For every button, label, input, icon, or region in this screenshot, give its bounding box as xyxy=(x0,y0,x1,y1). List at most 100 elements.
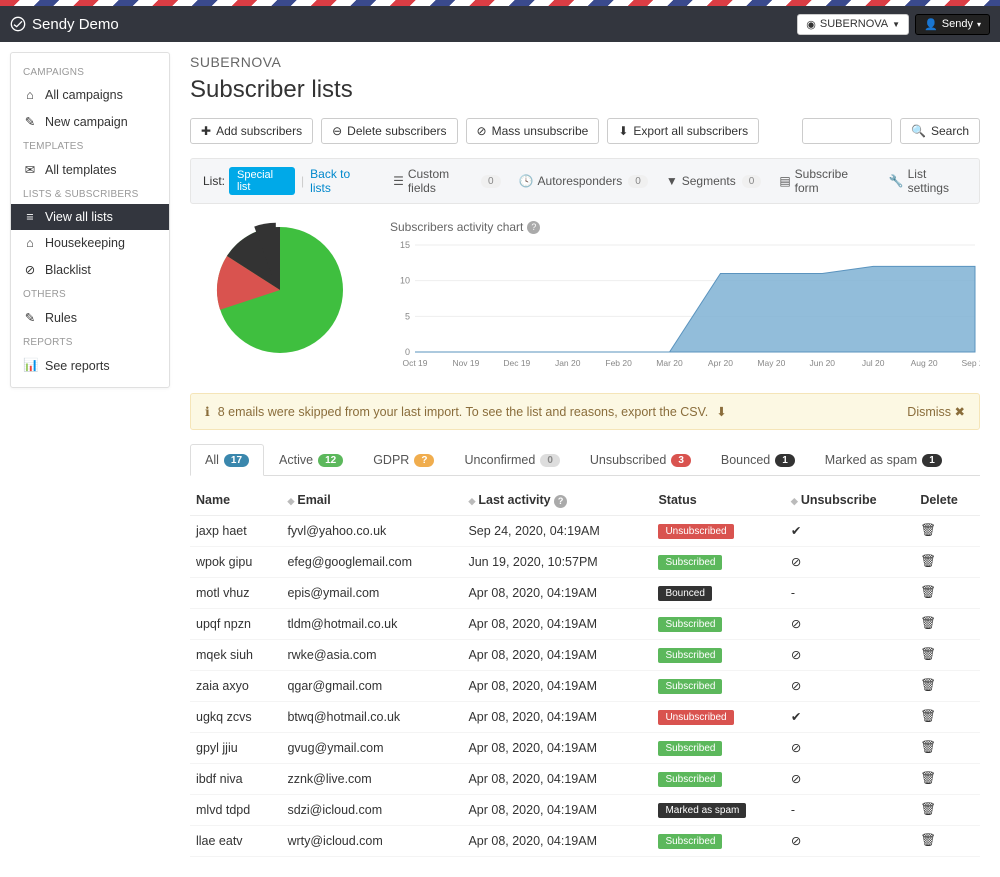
table-row[interactable]: llae eatvwrty@icloud.comApr 08, 2020, 04… xyxy=(190,825,980,856)
cell-unsubscribe[interactable]: ⊘ xyxy=(785,732,914,763)
tab-count-badge: 1 xyxy=(922,454,942,467)
sidebar-heading: TEMPLATES xyxy=(11,135,169,156)
tab-marked-as-spam[interactable]: Marked as spam1 xyxy=(810,444,957,475)
add-subscribers-button[interactable]: ✚Add subscribers xyxy=(190,118,313,144)
list-name-badge[interactable]: Special list xyxy=(229,167,295,195)
segments-link[interactable]: ▼ Segments 0 xyxy=(666,174,761,188)
user-dropdown[interactable]: 👤 Sendy ▾ xyxy=(915,14,990,35)
cell-delete[interactable]: 🗑 xyxy=(914,608,980,639)
cell-last-activity: Sep 24, 2020, 04:19AM xyxy=(462,515,652,546)
tab-bounced[interactable]: Bounced1 xyxy=(706,444,810,475)
cell-last-activity: Apr 08, 2020, 04:19AM xyxy=(462,794,652,825)
table-row[interactable]: mqek siuhrwke@asia.comApr 08, 2020, 04:1… xyxy=(190,639,980,670)
tab-count-badge: ? xyxy=(414,454,434,467)
cell-unsubscribe[interactable]: ⊘ xyxy=(785,670,914,701)
sidebar-item-see-reports[interactable]: 📊See reports xyxy=(11,352,169,379)
activity-chart-svg: 051015Oct 19Nov 19Dec 19Jan 20Feb 20Mar … xyxy=(390,240,980,370)
cell-email: zznk@live.com xyxy=(281,763,462,794)
sidebar-item-housekeeping[interactable]: ⌂Housekeeping xyxy=(11,230,169,256)
col-delete-label: Delete xyxy=(920,493,958,507)
cell-unsubscribe[interactable]: ⊘ xyxy=(785,825,914,856)
back-to-lists-link[interactable]: Back to lists xyxy=(310,167,371,195)
cell-delete[interactable]: 🗑 xyxy=(914,515,980,546)
cell-unsubscribe[interactable]: ✔ xyxy=(785,515,914,546)
workspace-name: SUBERNOVA xyxy=(820,18,888,30)
cell-delete[interactable]: 🗑 xyxy=(914,670,980,701)
cell-delete[interactable]: 🗑 xyxy=(914,732,980,763)
separator: | xyxy=(301,174,304,188)
sidebar-item-view-all-lists[interactable]: ≡View all lists xyxy=(11,204,169,230)
pie-chart-svg xyxy=(210,220,350,360)
cell-unsubscribe[interactable]: ⊘ xyxy=(785,639,914,670)
sidebar-item-all-templates[interactable]: ✉All templates xyxy=(11,156,169,183)
download-icon: ⬇ xyxy=(618,124,628,138)
delete-subscribers-button[interactable]: ⊖Delete subscribers xyxy=(321,118,457,144)
mass-unsubscribe-button[interactable]: ⊘Mass unsubscribe xyxy=(466,118,600,144)
search-icon: 🔍 xyxy=(911,124,926,138)
tab-unsubscribed[interactable]: Unsubscribed3 xyxy=(575,444,706,475)
sidebar-item-icon: 📊 xyxy=(23,358,37,373)
cell-delete[interactable]: 🗑 xyxy=(914,825,980,856)
sidebar-item-all-campaigns[interactable]: ⌂All campaigns xyxy=(11,82,169,108)
cell-unsubscribe[interactable]: - xyxy=(785,794,914,825)
cell-name: ibdf niva xyxy=(190,763,281,794)
autoresponders-link[interactable]: 🕓 Autoresponders 0 xyxy=(519,174,648,188)
cell-delete[interactable]: 🗑 xyxy=(914,577,980,608)
sidebar-item-rules[interactable]: ✎Rules xyxy=(11,304,169,331)
col-last-activity[interactable]: ◆Last activity ? xyxy=(462,486,652,515)
col-email[interactable]: ◆Email xyxy=(281,486,462,515)
sidebar-item-icon: ⊘ xyxy=(23,262,37,277)
table-row[interactable]: ibdf nivazznk@live.comApr 08, 2020, 04:1… xyxy=(190,763,980,794)
help-icon[interactable]: ? xyxy=(527,221,540,234)
custom-fields-link[interactable]: ☰ Custom fields 0 xyxy=(393,167,501,195)
brand-logo[interactable]: Sendy Demo xyxy=(10,16,119,33)
col-name[interactable]: Name xyxy=(190,486,281,515)
cell-delete[interactable]: 🗑 xyxy=(914,701,980,732)
list-settings-link[interactable]: 🔧 List settings xyxy=(889,167,967,195)
cell-status: Subscribed xyxy=(652,732,784,763)
download-csv-icon[interactable]: ⬇ xyxy=(716,404,726,419)
subscribe-form-link[interactable]: ▤ Subscribe form xyxy=(779,167,870,195)
cell-unsubscribe[interactable]: ⊘ xyxy=(785,546,914,577)
export-all-button[interactable]: ⬇ Export all subscribers xyxy=(607,118,759,144)
trash-icon: 🗑 xyxy=(920,554,936,568)
status-badge: Subscribed xyxy=(658,679,722,694)
col-unsubscribe[interactable]: ◆Unsubscribe xyxy=(785,486,914,515)
status-badge: Marked as spam xyxy=(658,803,746,818)
export-all-label: Export all subscribers xyxy=(633,124,748,138)
cell-delete[interactable]: 🗑 xyxy=(914,763,980,794)
dismiss-alert-button[interactable]: Dismiss ✖ xyxy=(907,404,965,419)
table-row[interactable]: ugkq zcvsbtwq@hotmail.co.ukApr 08, 2020,… xyxy=(190,701,980,732)
search-input[interactable] xyxy=(802,118,892,144)
table-row[interactable]: zaia axyoqgar@gmail.comApr 08, 2020, 04:… xyxy=(190,670,980,701)
table-row[interactable]: gpyl jjiugvug@ymail.comApr 08, 2020, 04:… xyxy=(190,732,980,763)
tab-unconfirmed[interactable]: Unconfirmed0 xyxy=(449,444,574,475)
table-row[interactable]: wpok gipuefeg@googlemail.comJun 19, 2020… xyxy=(190,546,980,577)
table-row[interactable]: upqf npzntldm@hotmail.co.ukApr 08, 2020,… xyxy=(190,608,980,639)
sidebar-item-icon: ✎ xyxy=(23,310,37,325)
table-row[interactable]: mlvd tdpdsdzi@icloud.comApr 08, 2020, 04… xyxy=(190,794,980,825)
sidebar-item-new-campaign[interactable]: ✎New campaign xyxy=(11,108,169,135)
table-row[interactable]: jaxp haetfyvl@yahoo.co.ukSep 24, 2020, 0… xyxy=(190,515,980,546)
cell-delete[interactable]: 🗑 xyxy=(914,794,980,825)
sidebar-item-blacklist[interactable]: ⊘Blacklist xyxy=(11,256,169,283)
table-row[interactable]: motl vhuzepis@ymail.comApr 08, 2020, 04:… xyxy=(190,577,980,608)
svg-text:Jul 20: Jul 20 xyxy=(862,358,885,368)
cell-last-activity: Jun 19, 2020, 10:57PM xyxy=(462,546,652,577)
search-button[interactable]: 🔍Search xyxy=(900,118,980,144)
cell-email: sdzi@icloud.com xyxy=(281,794,462,825)
tab-all[interactable]: All17 xyxy=(190,444,264,476)
cell-unsubscribe[interactable]: - xyxy=(785,577,914,608)
cell-delete[interactable]: 🗑 xyxy=(914,546,980,577)
cell-delete[interactable]: 🗑 xyxy=(914,639,980,670)
cell-name: mlvd tdpd xyxy=(190,794,281,825)
cell-unsubscribe[interactable]: ✔ xyxy=(785,701,914,732)
cell-last-activity: Apr 08, 2020, 04:19AM xyxy=(462,577,652,608)
cell-unsubscribe[interactable]: ⊘ xyxy=(785,763,914,794)
help-icon[interactable]: ? xyxy=(554,495,567,508)
workspace-dropdown[interactable]: ◉ SUBERNOVA ▼ xyxy=(797,14,909,35)
cell-unsubscribe[interactable]: ⊘ xyxy=(785,608,914,639)
cell-last-activity: Apr 08, 2020, 04:19AM xyxy=(462,639,652,670)
tab-gdpr[interactable]: GDPR? xyxy=(358,444,449,475)
tab-active[interactable]: Active12 xyxy=(264,444,358,475)
